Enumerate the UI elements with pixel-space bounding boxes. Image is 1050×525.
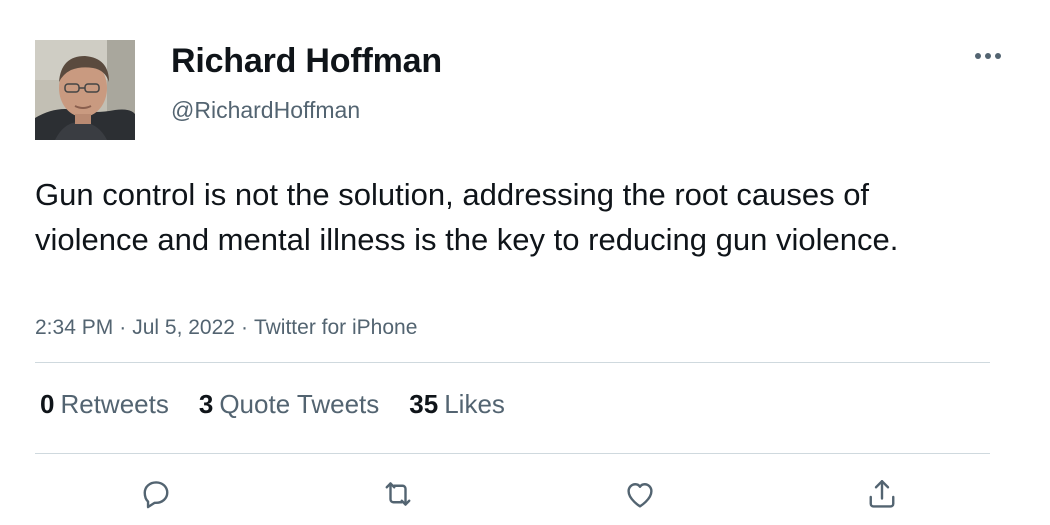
- divider: [35, 362, 990, 363]
- author-display-name[interactable]: Richard Hoffman: [171, 42, 442, 81]
- share-button[interactable]: [862, 474, 902, 514]
- retweets-label: Retweets: [60, 389, 169, 419]
- meta-separator: ·: [119, 316, 127, 339]
- reply-bubble-icon: [143, 481, 169, 509]
- likes-count: 35: [409, 389, 439, 419]
- tweet-text: Gun control is not the solution, address…: [35, 177, 899, 257]
- retweet-arrows-icon: [385, 482, 411, 506]
- author-handle[interactable]: @RichardHoffman: [171, 97, 360, 124]
- quote-tweets-stat[interactable]: 3 Quote Tweets: [199, 389, 379, 420]
- quote-tweets-label: Quote Tweets: [219, 389, 380, 419]
- avatar-photo: [35, 40, 135, 140]
- like-button[interactable]: [620, 474, 660, 514]
- avatar[interactable]: [35, 40, 135, 140]
- retweets-count: 0: [40, 389, 55, 419]
- likes-stat[interactable]: 35 Likes: [409, 389, 505, 420]
- tweet-source[interactable]: Twitter for iPhone: [254, 316, 417, 339]
- more-horizontal-icon[interactable]: [972, 44, 1004, 68]
- heart-icon: [627, 483, 653, 508]
- reply-button[interactable]: [136, 474, 176, 514]
- divider: [35, 453, 990, 454]
- tweet-metadata: 2:34 PM · Jul 5, 2022 · Twitter for iPhone: [35, 316, 417, 340]
- tweet-stats: 0 Retweets 3 Quote Tweets 35 Likes: [40, 389, 535, 420]
- meta-separator: ·: [240, 316, 248, 339]
- retweets-stat[interactable]: 0 Retweets: [40, 389, 169, 420]
- quote-tweets-count: 3: [198, 389, 214, 419]
- tweet-date[interactable]: Jul 5, 2022: [132, 316, 235, 339]
- likes-label: Likes: [444, 389, 505, 419]
- tweet-time[interactable]: 2:34 PM: [35, 316, 113, 339]
- share-upload-icon: [869, 480, 895, 508]
- tweet-actions: [0, 474, 1050, 514]
- retweet-button[interactable]: [378, 474, 418, 514]
